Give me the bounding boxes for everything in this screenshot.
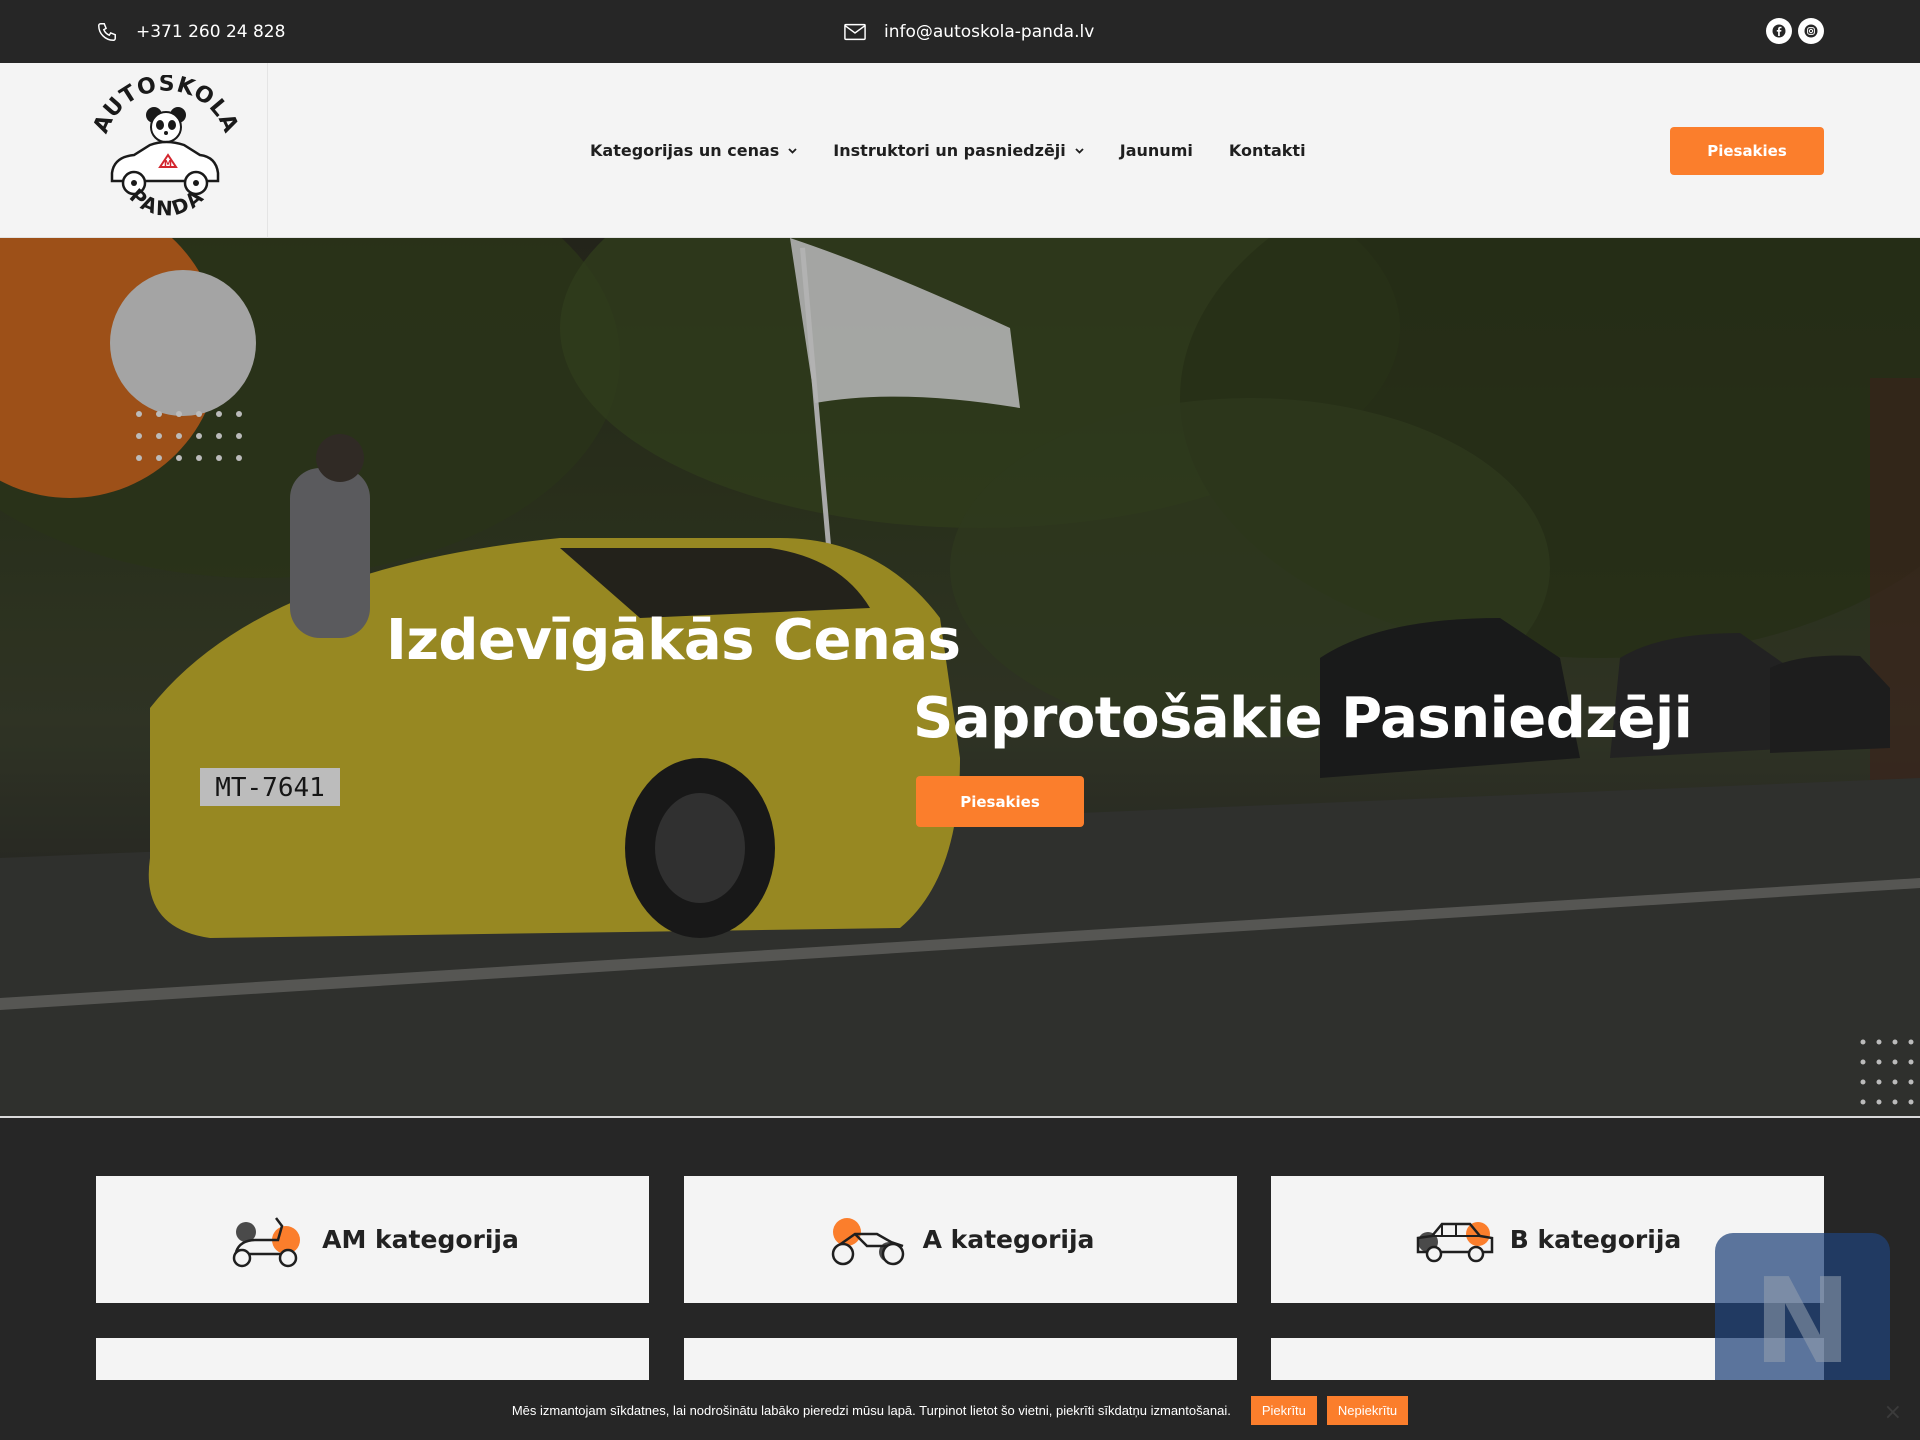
category-label: AM kategorija: [322, 1225, 519, 1254]
nav-label: Kategorijas un cenas: [590, 141, 780, 160]
logo-bottom-text: PANDA: [125, 183, 207, 220]
car-icon: [1416, 1221, 1493, 1262]
top-bar: +371 260 24 828 info@autoskola-panda.lv: [0, 0, 1920, 63]
close-icon[interactable]: ×: [1884, 1400, 1902, 1425]
category-card-am[interactable]: AM kategorija: [96, 1176, 649, 1303]
category-card-a[interactable]: A kategorija: [684, 1176, 1237, 1303]
site-logo[interactable]: AUTOSKOLA M PANDA: [89, 71, 243, 225]
instagram-icon[interactable]: [1798, 18, 1824, 44]
nav-item-news[interactable]: Jaunumi: [1120, 141, 1193, 160]
facebook-icon[interactable]: [1766, 18, 1792, 44]
hero-title-line1: Izdevīgākās Cenas: [386, 608, 961, 673]
site-header: AUTOSKOLA M PANDA Kategorijas un cenas: [0, 63, 1920, 238]
nav-item-instructors[interactable]: Instruktori un pasniedzēji: [833, 141, 1084, 160]
chevron-down-icon: [1075, 147, 1084, 154]
scooter-icon: [232, 1216, 301, 1267]
hero-overlay: [0, 238, 1920, 1118]
social-links: [1766, 18, 1824, 44]
phone-icon: [98, 22, 116, 41]
category-label: A kategorija: [922, 1225, 1095, 1254]
hero-title-line2: Saprotošākie Pasniedzēji: [913, 686, 1693, 751]
nav-item-categories[interactable]: Kategorijas un cenas: [590, 141, 797, 160]
category-label: B kategorija: [1509, 1225, 1682, 1254]
phone-number[interactable]: +371 260 24 828: [136, 22, 285, 42]
motorcycle-icon: [831, 1217, 904, 1265]
email-contact[interactable]: info@autoskola-panda.lv: [844, 0, 1094, 63]
decor-dots-left: [136, 411, 242, 461]
decor-dots-right: [1860, 1039, 1914, 1105]
main-nav: Kategorijas un cenas Instruktori un pasn…: [590, 63, 1342, 238]
svg-text:PANDA: PANDA: [125, 183, 209, 220]
hero-section: MT-7641 Izdevīgākās Cenas Saprotošākie P…: [0, 238, 1920, 1118]
nav-label: Jaunumi: [1119, 141, 1193, 160]
nav-label: Instruktori un pasniedzēji: [833, 141, 1066, 160]
nav-label: Kontakti: [1228, 141, 1306, 160]
logo-badge: M: [164, 159, 172, 168]
envelope-icon: [844, 23, 866, 40]
email-address[interactable]: info@autoskola-panda.lv: [884, 22, 1094, 42]
hero-signup-button[interactable]: Piesakies: [916, 776, 1084, 827]
cookie-decline-button[interactable]: Nepiekrītu: [1326, 1395, 1409, 1425]
logo-divider: [267, 63, 268, 238]
cookie-accept-button[interactable]: Piekrītu: [1250, 1395, 1317, 1425]
nav-item-contacts[interactable]: Kontakti: [1229, 141, 1306, 160]
cookie-text: Mēs izmantojam sīkdatnes, lai nodrošināt…: [511, 1402, 1231, 1418]
cookie-banner: Mēs izmantojam sīkdatnes, lai nodrošināt…: [0, 1380, 1920, 1440]
chevron-down-icon: [788, 147, 797, 154]
header-signup-button[interactable]: Piesakies: [1670, 127, 1824, 175]
phone-contact[interactable]: +371 260 24 828: [96, 0, 285, 63]
